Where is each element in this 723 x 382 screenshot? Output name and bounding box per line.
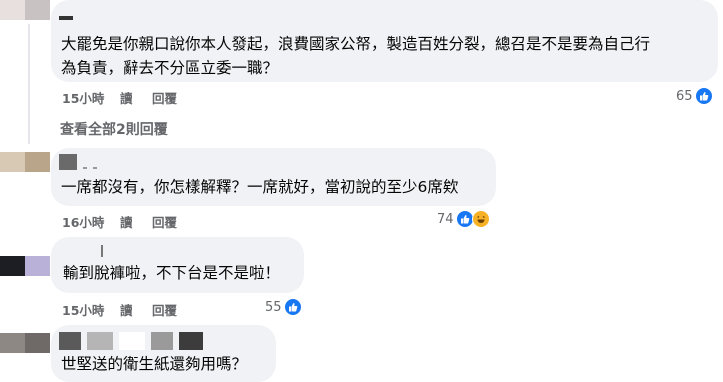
comment-text: 世堅送的衛生紙還夠用嗎？ (61, 355, 248, 373)
read-button[interactable]: 讀 (120, 300, 152, 319)
comment-text: 一席都沒有，你怎樣解釋？一席就好，當初說的至少6席欸 (61, 178, 459, 196)
comment-bubble: 世堅送的衛生紙還夠用嗎？ (51, 325, 276, 382)
comment-actions: 15小時 讀 回覆 (62, 88, 177, 107)
comment-author[interactable] (59, 332, 203, 350)
avatar[interactable] (0, 152, 50, 172)
comment-author[interactable] (101, 245, 103, 257)
comment-timestamp[interactable]: 15小時 (62, 300, 120, 319)
haha-icon (471, 210, 490, 228)
reaction-summary[interactable]: 55 (265, 298, 302, 316)
like-icon (283, 298, 302, 316)
reaction-count: 74 (437, 211, 454, 227)
comment-actions: 15小時 讀 回覆 (62, 300, 177, 319)
reply-button[interactable]: 回覆 (152, 300, 177, 319)
comment-actions: 16小時 讀 回覆 (62, 212, 177, 231)
avatar[interactable] (0, 333, 50, 353)
comment-timestamp[interactable]: 15小時 (62, 88, 120, 107)
view-replies-link[interactable]: 查看全部2則回覆 (60, 119, 168, 139)
comment-bubble: 一席都沒有，你怎樣解釋？一席就好，當初說的至少6席欸 (51, 148, 496, 206)
comment-text: 輸到脫褲啦，不下台是不是啦！ (63, 264, 281, 282)
comment-bubble: 大罷免是你親口說你本人發起，浪費國家公帑，製造百姓分裂，總召是不是要為自己行 為… (51, 0, 718, 82)
avatar[interactable] (0, 0, 50, 20)
read-button[interactable]: 讀 (120, 88, 152, 107)
reaction-summary[interactable]: 65 (676, 87, 713, 105)
reaction-summary[interactable]: 74 (437, 210, 490, 228)
comment-author[interactable] (59, 154, 97, 170)
like-icon (694, 87, 713, 105)
comment-author[interactable] (59, 6, 73, 20)
read-button[interactable]: 讀 (120, 212, 152, 231)
avatar[interactable] (0, 256, 50, 276)
reaction-count: 55 (265, 299, 282, 315)
comment-timestamp[interactable]: 16小時 (62, 212, 120, 231)
like-icon (455, 210, 474, 228)
reply-button[interactable]: 回覆 (152, 88, 177, 107)
comment-text: 大罷免是你親口說你本人發起，浪費國家公帑，製造百姓分裂，總召是不是要為自己行 為… (61, 35, 651, 77)
reaction-count: 65 (676, 88, 693, 104)
comment-bubble: 輸到脫褲啦，不下台是不是啦！ (51, 237, 304, 293)
thread-line (28, 24, 30, 144)
reply-button[interactable]: 回覆 (152, 212, 177, 231)
